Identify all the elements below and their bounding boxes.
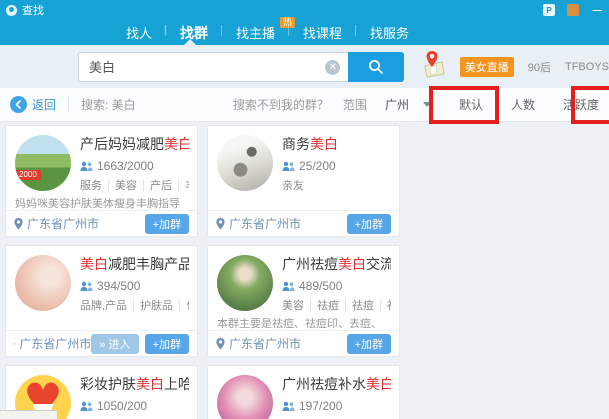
members-icon [80,161,93,172]
hot-word-tfboys[interactable]: TFBOYS [565,61,609,73]
group-tags: 品牌,产品护肤品化妆品香水… [80,297,189,313]
clear-icon[interactable]: ✕ [325,60,340,75]
find-window: 查找 P — 找人 找群 找主播热 找课程 找服务 ✕ 美女直播 90后 TFB… [0,0,609,419]
member-count: 1663/2000 [80,159,189,173]
card-footer: 广东省广州市 +加群 [208,330,399,356]
tab-find-people[interactable]: 找人 [112,23,166,42]
chevron-down-icon [423,102,431,111]
members-icon [282,161,295,172]
card-footer: 广东省广州市 » 进入 +加群 [6,330,197,356]
group-title[interactable]: 产后妈妈减肥美白丰胸 [80,135,189,154]
location-pin-icon [216,338,225,350]
active-tab-caret [184,39,196,45]
group-tags: 美容祛痘祛痘祛痘祛痘… [282,297,391,313]
group-card[interactable]: 广州祛痘补水美白群 197/200 品牌,产品 广东省广州市 » 进入 +加群 [207,365,400,419]
join-group-button[interactable]: +加群 [347,214,391,234]
group-location: 广东省广州市 [14,215,99,232]
back-button[interactable]: 返回 [10,96,56,113]
members-icon [282,401,295,412]
sort-default[interactable]: 默认 [459,96,483,113]
group-avatar [217,255,273,311]
map-pin-icon[interactable] [420,50,446,83]
region-value: 广州 [385,96,409,113]
minimize-button[interactable]: — [591,4,603,16]
group-card[interactable]: 美白减肥丰胸产品交流 394/500 品牌,产品护肤品化妆品香水… 广东省广州市… [5,245,198,357]
members-icon [282,281,295,292]
group-card[interactable]: 广州祛痘美白交流 489/500 美容祛痘祛痘祛痘祛痘… 本群主要是祛痘、祛痘印… [207,245,400,357]
member-count: 489/500 [282,279,391,293]
title-bar: 查找 P — [0,0,609,20]
back-arrow-icon [10,96,27,113]
toolbar-divider [68,98,69,112]
tab-find-services[interactable]: 找服务 [356,23,423,42]
group-avatar [217,375,273,419]
join-group-button[interactable]: +加群 [347,334,391,354]
members-icon [80,281,93,292]
promo-icon[interactable]: P [543,4,555,16]
search-button[interactable] [348,52,403,82]
member-count: 394/500 [80,279,189,293]
scope-label: 范围 [343,96,367,113]
search-summary: 搜索: 美白 [81,96,136,113]
group-grid: 2000 产后妈妈减肥美白丰胸 1663/2000 服务美容产后丰胸面膜… 妈妈… [0,122,609,419]
search-box: ✕ [78,52,348,82]
tab-find-courses[interactable]: 找课程 [289,23,356,42]
group-location: 广东省广州市 [216,215,301,232]
group-title[interactable]: 彩妆护肤美白上哈娄 [80,375,189,394]
group-card[interactable]: 商务美白 25/200 亲友 广东省广州市 +加群 [207,125,400,237]
window-title: 查找 [22,2,44,18]
card-footer: 广东省广州市 +加群 [208,210,399,236]
sort-activity[interactable]: 活跃度 [563,96,599,113]
skin-icon[interactable] [567,4,579,16]
group-title[interactable]: 广州祛痘补水美白群 [282,375,391,394]
search-area: ✕ 美女直播 90后 TFBOYS [0,45,609,88]
group-card[interactable]: 2000 产后妈妈减肥美白丰胸 1663/2000 服务美容产后丰胸面膜… 妈妈… [5,125,198,237]
search-input[interactable] [79,53,348,81]
member-count: 25/200 [282,159,391,173]
group-avatar [15,255,71,311]
status-tooltip [0,410,58,419]
search-icon [368,59,384,75]
group-location: 广东省广州市 [216,335,301,352]
group-title[interactable]: 商务美白 [282,135,391,154]
group-avatar: 2000 [15,135,71,191]
member-count: 1050/200 [80,399,189,413]
hot-word-90s[interactable]: 90后 [528,59,551,75]
app-icon [6,5,17,16]
group-title[interactable]: 广州祛痘美白交流 [282,255,391,274]
group-not-found-link[interactable]: 搜索不到我的群？ [233,96,329,113]
sort-members[interactable]: 人数 [511,96,535,113]
location-pin-icon [216,218,225,230]
group-title[interactable]: 美白减肥丰胸产品交流 [80,255,189,274]
result-toolbar: 返回 搜索: 美白 搜索不到我的群？ 范围 广州 默认 人数 活跃度 [0,88,609,122]
nav-bar: 找人 找群 找主播热 找课程 找服务 [0,20,609,45]
location-pin-icon [14,218,23,230]
member-count: 197/200 [282,399,391,413]
group-tags: 亲友 [282,177,391,193]
avatar-badge: 2000 [15,170,41,180]
join-group-button[interactable]: +加群 [145,214,189,234]
group-location: 广东省广州市 [14,335,91,352]
location-pin-icon [14,338,15,350]
group-avatar [217,135,273,191]
card-footer: 广东省广州市 +加群 [6,210,197,236]
members-icon [80,401,93,412]
tab-find-streamers[interactable]: 找主播热 [222,23,289,42]
join-group-button[interactable]: +加群 [145,334,189,354]
live-hot-badge[interactable]: 美女直播 [460,57,514,77]
enter-group-button[interactable]: » 进入 [91,334,138,354]
region-dropdown[interactable]: 广州 [385,96,431,113]
group-tags: 服务美容产后丰胸面膜… [80,177,189,193]
